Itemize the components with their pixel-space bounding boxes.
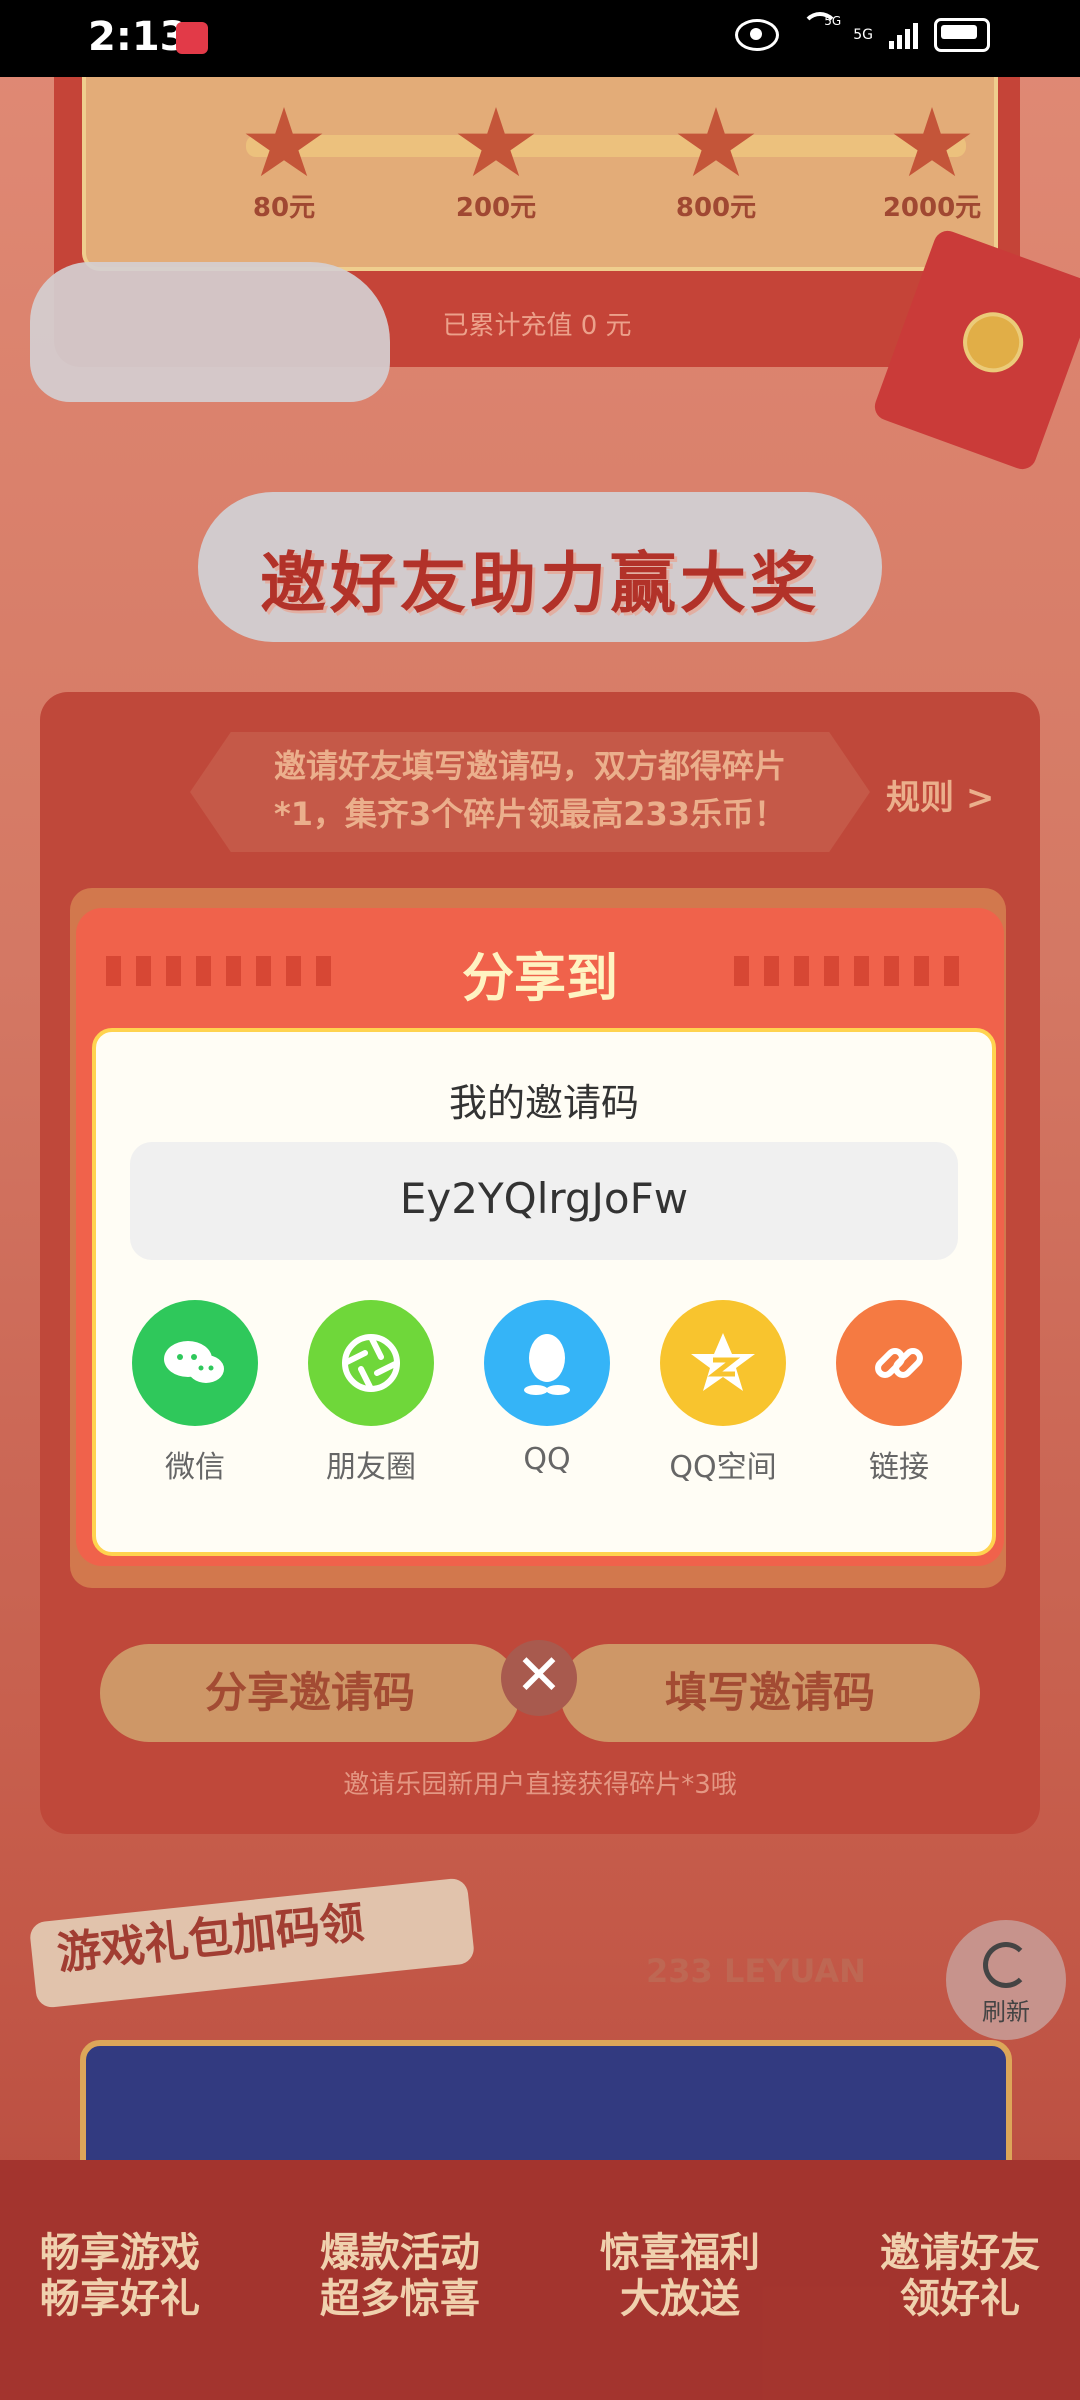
status-bar: 2:13 5G xyxy=(0,0,1080,77)
invite-code-box[interactable]: Ey2YQlrgJoFw xyxy=(130,1142,958,1260)
close-icon[interactable]: ✕ xyxy=(501,1640,577,1716)
wechat-icon xyxy=(132,1300,258,1426)
qzone-icon xyxy=(660,1300,786,1426)
share-moments-button[interactable]: 朋友圈 xyxy=(308,1300,434,1486)
share-label: 朋友圈 xyxy=(326,1450,416,1485)
modal-title: 分享到 xyxy=(461,949,618,1009)
wifi-icon xyxy=(795,12,841,50)
eye-icon xyxy=(735,19,780,51)
app-notification-icon xyxy=(176,22,208,54)
share-target-list: 微信 朋友圈 QQ QQ空间 链接 xyxy=(132,1300,962,1486)
refresh-button[interactable]: 刷新 xyxy=(946,1920,1066,2040)
share-wechat-button[interactable]: 微信 xyxy=(132,1300,258,1486)
share-link-button[interactable]: 链接 xyxy=(836,1300,962,1486)
refresh-icon xyxy=(983,1942,1029,1988)
activity-page: 2:13 5G 80元 200元 800元 xyxy=(0,0,1080,2400)
share-qq-button[interactable]: QQ xyxy=(484,1300,610,1486)
share-modal-body: 我的邀请码 Ey2YQlrgJoFw 微信 朋友圈 QQ QQ空间 链接 xyxy=(92,1028,996,1556)
moments-icon xyxy=(308,1300,434,1426)
status-time: 2:13 xyxy=(88,14,188,60)
share-label: QQ空间 xyxy=(669,1450,777,1485)
share-label: 链接 xyxy=(869,1450,929,1485)
status-icons: 5G xyxy=(735,12,990,52)
signal-icon xyxy=(889,21,918,49)
link-icon xyxy=(836,1300,962,1426)
share-modal: 分享到 我的邀请码 Ey2YQlrgJoFw 微信 朋友圈 QQ QQ空间 链接 xyxy=(76,908,1004,1566)
share-label: QQ xyxy=(523,1442,571,1477)
share-qzone-button[interactable]: QQ空间 xyxy=(660,1300,786,1486)
qq-icon xyxy=(484,1300,610,1426)
invite-code-label: 我的邀请码 xyxy=(448,1081,639,1125)
share-label: 微信 xyxy=(165,1450,225,1485)
invite-code-value: Ey2YQlrgJoFw xyxy=(399,1174,689,1223)
network-type: 5G xyxy=(853,27,873,43)
refresh-label: 刷新 xyxy=(982,1998,1030,2026)
battery-icon xyxy=(934,18,990,52)
